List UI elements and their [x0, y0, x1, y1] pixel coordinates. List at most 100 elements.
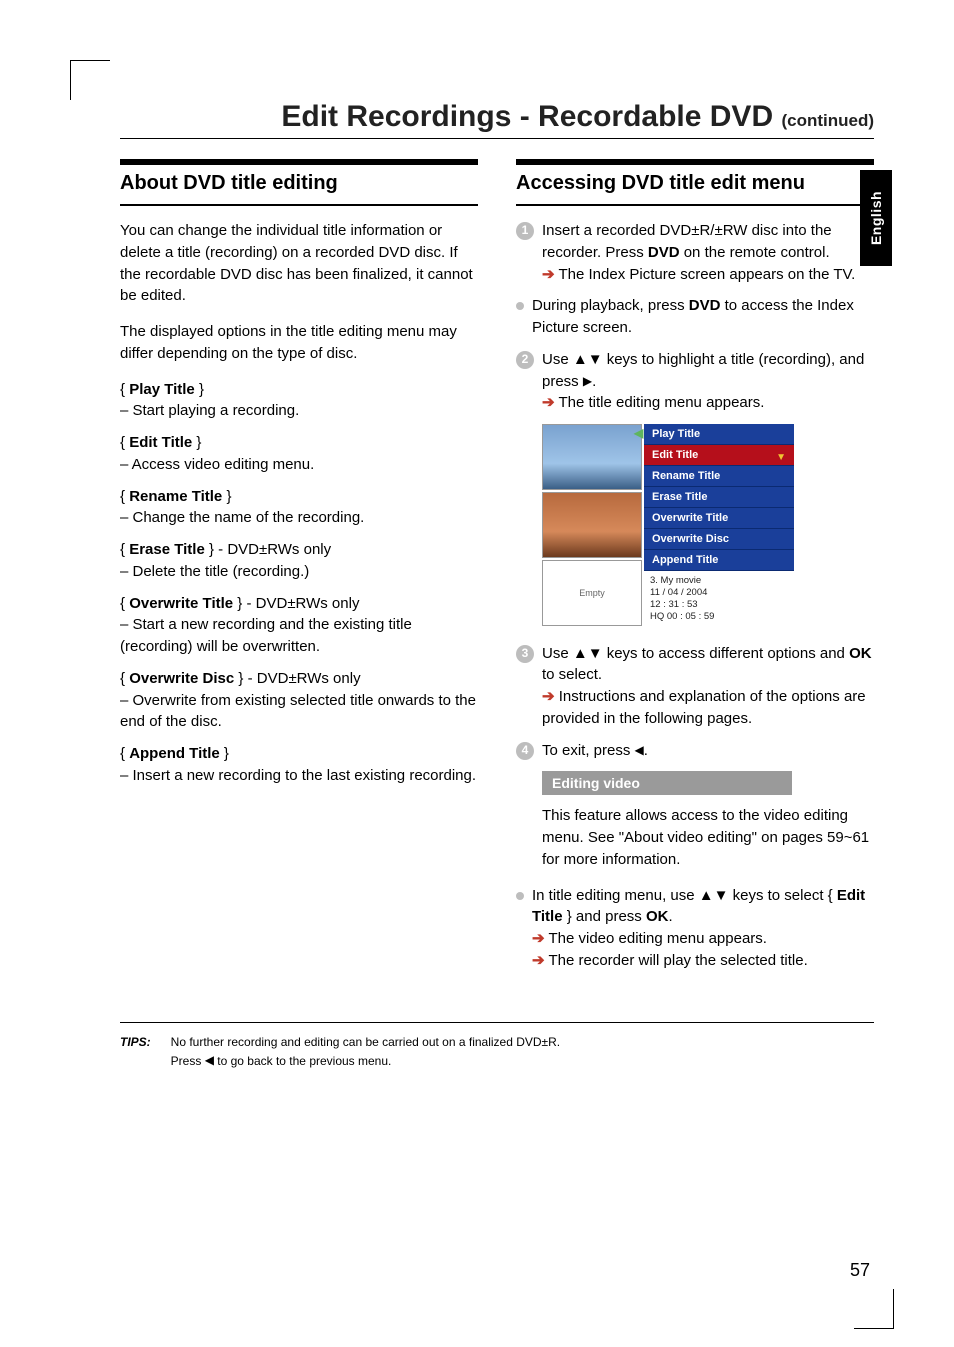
step-3-key: OK	[849, 645, 872, 662]
option-suffix: - DVD±RWs only	[243, 670, 360, 687]
result-arrow-icon: ➔	[532, 930, 545, 947]
right-triangle-icon: ▶	[583, 374, 592, 388]
menu-item-erase-title: Erase Title	[644, 487, 794, 508]
bullet-dot-icon	[516, 302, 524, 310]
option-name: Rename Title	[129, 488, 222, 505]
step-3-result: Instructions and explanation of the opti…	[542, 688, 866, 727]
menu-item-overwrite-disc: Overwrite Disc	[644, 529, 794, 550]
option-rename-title: { Rename Title } – Change the name of th…	[120, 486, 478, 530]
bullet-text-a: During playback, press	[532, 297, 689, 314]
result-arrow-icon: ➔	[532, 952, 545, 969]
section-heading-right: Accessing DVD title edit menu	[516, 159, 874, 206]
ev-bullet-d: OK	[646, 908, 669, 925]
menu-item-append-title: Append Title	[644, 550, 794, 571]
option-desc: – Overwrite from existing selected title…	[120, 690, 478, 734]
menu-back-arrow-icon: ◀	[634, 426, 643, 440]
thumbnail-empty: Empty	[542, 560, 642, 626]
option-desc: – Access video editing menu.	[120, 454, 478, 476]
menu-item-rename-title: Rename Title	[644, 466, 794, 487]
sub-heading-editing-video: Editing video	[542, 771, 792, 795]
tips-line-2a: Press	[171, 1054, 205, 1068]
step-number-4-icon: 4	[516, 742, 534, 760]
left-column: About DVD title editing You can change t…	[120, 159, 478, 982]
option-desc: – Insert a new recording to the last exi…	[120, 765, 478, 787]
option-play-title: { Play Title } – Start playing a recordi…	[120, 379, 478, 423]
menu-item-label: Erase Title	[652, 491, 707, 503]
meta-line-2: 11 / 04 / 2004	[650, 587, 788, 599]
meta-line-1: 3. My movie	[650, 575, 788, 587]
section-heading-left: About DVD title editing	[120, 159, 478, 206]
option-suffix: - DVD±RWs only	[214, 541, 331, 558]
step-2-result: The title editing menu appears.	[558, 394, 764, 411]
result-arrow-icon: ➔	[542, 394, 555, 411]
step-2-text-b: .	[592, 373, 596, 390]
tips-body: No further recording and editing can be …	[171, 1033, 874, 1070]
menu-item-label: Overwrite Title	[652, 512, 728, 524]
page-title-main: Edit Recordings - Recordable DVD	[281, 100, 773, 133]
step-number-2-icon: 2	[516, 351, 534, 369]
title-edit-menu-screenshot: Empty ◀ Play Title Edit Title ▼ Rename T…	[542, 424, 874, 627]
menu-item-label: Append Title	[652, 554, 718, 566]
meta-line-4: HQ 00 : 05 : 59	[650, 611, 788, 623]
option-name: Overwrite Title	[129, 595, 233, 612]
thumbnail-column: Empty	[542, 424, 642, 627]
step-4-text-a: To exit, press	[542, 742, 635, 759]
meta-line-3: 12 : 31 : 53	[650, 599, 788, 611]
step-1: 1 Insert a recorded DVD±R/±RW disc into …	[516, 220, 874, 285]
result-arrow-icon: ➔	[542, 266, 555, 283]
step-3-text-c: to select.	[542, 666, 602, 683]
ev-result-1: The video editing menu appears.	[548, 930, 766, 947]
left-triangle-icon: ◀	[635, 743, 644, 757]
tips-line-2b: to go back to the previous menu.	[214, 1054, 391, 1068]
tips-label: TIPS:	[120, 1033, 151, 1070]
menu-item-edit-title: Edit Title ▼	[644, 445, 794, 466]
language-tab: English	[860, 170, 892, 266]
option-name: Edit Title	[129, 434, 192, 451]
option-overwrite-disc: { Overwrite Disc } - DVD±RWs only – Over…	[120, 668, 478, 733]
ev-bullet-c: } and press	[563, 908, 646, 925]
bullet-editing-video: In title editing menu, use ▲▼ keys to se…	[516, 885, 874, 972]
tips-footer: TIPS: No further recording and editing c…	[120, 1022, 874, 1070]
option-edit-title: { Edit Title } – Access video editing me…	[120, 432, 478, 476]
language-tab-label: English	[868, 191, 884, 245]
step-3-text-a: Use ▲▼ keys to access different options …	[542, 645, 849, 662]
thumbnail-2	[542, 492, 642, 558]
step-1-text-c: on the remote control.	[680, 244, 830, 261]
option-name: Append Title	[129, 745, 220, 762]
step-4: 4 To exit, press ◀.	[516, 740, 874, 762]
step-number-1-icon: 1	[516, 222, 534, 240]
ev-bullet-e: .	[668, 908, 672, 925]
crop-mark-top-left	[70, 60, 110, 100]
option-name: Play Title	[129, 381, 195, 398]
menu-item-play-title: Play Title	[644, 424, 794, 445]
left-triangle-icon: ◀	[205, 1053, 214, 1067]
sub-heading-label: Editing video	[552, 775, 640, 791]
option-overwrite-title: { Overwrite Title } - DVD±RWs only – Sta…	[120, 593, 478, 658]
left-intro-1: You can change the individual title info…	[120, 220, 478, 307]
ev-result-2: The recorder will play the selected titl…	[548, 952, 807, 969]
menu-item-label: Edit Title	[652, 449, 698, 461]
page-number: 57	[850, 1260, 870, 1281]
page-title: Edit Recordings - Recordable DVD (contin…	[120, 100, 874, 134]
left-intro-2: The displayed options in the title editi…	[120, 321, 478, 365]
page-title-continued: (continued)	[781, 111, 874, 130]
bullet-during-playback: During playback, press DVD to access the…	[516, 295, 874, 339]
menu-metadata: 3. My movie 11 / 04 / 2004 12 : 31 : 53 …	[644, 571, 794, 627]
editing-video-body: This feature allows access to the video …	[542, 805, 874, 870]
section-heading-right-text: Accessing DVD title edit menu	[516, 171, 874, 196]
right-column: Accessing DVD title edit menu 1 Insert a…	[516, 159, 874, 982]
step-3: 3 Use ▲▼ keys to access different option…	[516, 643, 874, 730]
thumbnail-empty-label: Empty	[579, 588, 605, 598]
crop-mark-bottom-right	[854, 1289, 894, 1329]
bullet-dot-icon	[516, 892, 524, 900]
option-name: Overwrite Disc	[129, 670, 234, 687]
step-1-result: The Index Picture screen appears on the …	[558, 266, 855, 283]
option-name: Erase Title	[129, 541, 205, 558]
section-heading-left-text: About DVD title editing	[120, 171, 478, 196]
thumbnail-1	[542, 424, 642, 490]
tips-line-2: Press ◀ to go back to the previous menu.	[171, 1051, 874, 1070]
step-4-text-b: .	[644, 742, 648, 759]
menu-item-label: Rename Title	[652, 470, 720, 482]
menu-down-arrow-icon: ▼	[776, 452, 786, 463]
option-erase-title: { Erase Title } - DVD±RWs only – Delete …	[120, 539, 478, 583]
